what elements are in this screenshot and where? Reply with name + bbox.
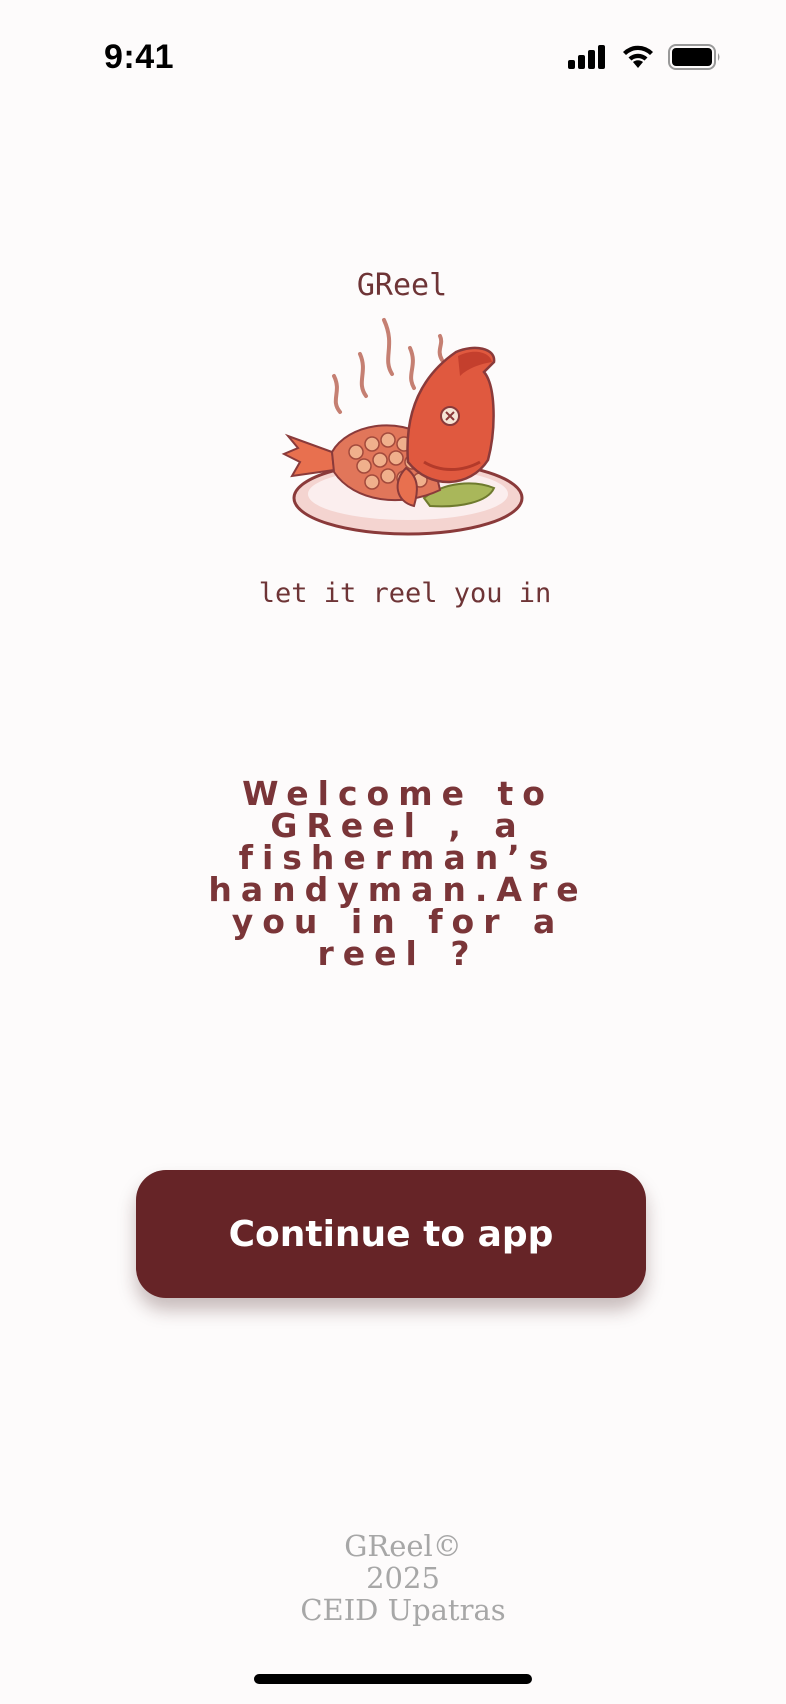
continue-to-app-button[interactable]: Continue to app: [136, 1170, 646, 1298]
tagline: let it reel you in: [258, 578, 552, 609]
footer-org: CEID Upatras: [300, 1593, 506, 1627]
logo-title: GReel: [356, 268, 448, 303]
status-time: 9:41: [104, 38, 175, 76]
wifi-icon: [623, 45, 653, 68]
footer: GReel© 2025 CEID Upatras: [0, 1530, 786, 1626]
footer-year: 2025: [366, 1561, 440, 1595]
status-bar: 9:41: [0, 0, 786, 118]
footer-brand: GReel©: [344, 1529, 462, 1563]
welcome-message: Welcome to GReel , a fisherman’s handyma…: [208, 774, 588, 973]
status-icons: [568, 44, 722, 70]
cellular-signal-icon: [568, 45, 605, 69]
steaming-fish-on-plate-icon: [281, 318, 524, 536]
battery-icon: [668, 44, 720, 70]
home-indicator[interactable]: [254, 1674, 532, 1684]
